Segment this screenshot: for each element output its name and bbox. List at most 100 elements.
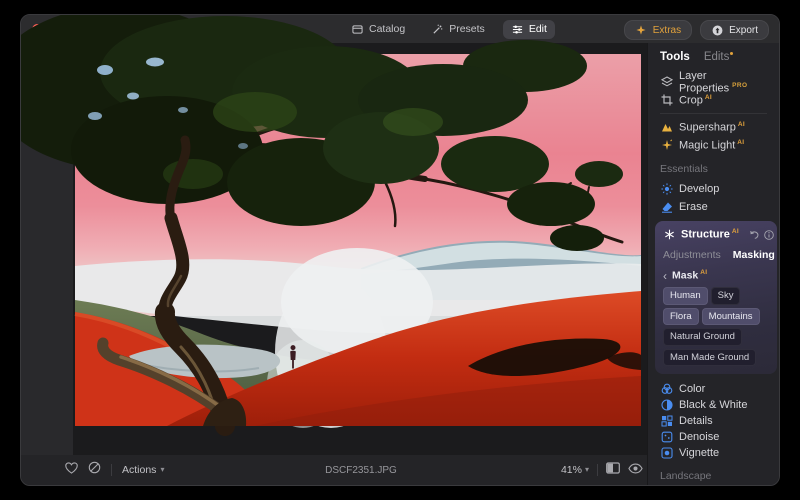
tool-item-develop[interactable]: Develop bbox=[660, 180, 771, 198]
compare-button[interactable] bbox=[606, 461, 620, 479]
tool-item-vignette[interactable]: Vignette bbox=[660, 445, 771, 461]
tab-catalog[interactable]: Catalog bbox=[343, 20, 413, 39]
compare-icon bbox=[606, 462, 620, 474]
section-landscape: Landscape bbox=[660, 470, 771, 483]
tool-item-layer-properties[interactable]: Layer PropertiesPRO bbox=[660, 73, 771, 91]
ai-badge: AI bbox=[737, 139, 744, 146]
favorite-button[interactable] bbox=[65, 461, 78, 479]
tool-item-details[interactable]: Details bbox=[660, 413, 771, 429]
export-label: Export bbox=[729, 25, 758, 36]
tool-label: Layer PropertiesPRO bbox=[679, 70, 771, 95]
zoom-level-value: 41% bbox=[561, 464, 582, 476]
tool-label: Vignette bbox=[679, 447, 719, 459]
presets-wand-icon bbox=[431, 23, 444, 36]
catalog-icon bbox=[351, 23, 364, 36]
photo-canvas bbox=[73, 43, 647, 455]
mask-chip-flora[interactable]: Flora bbox=[663, 308, 699, 326]
ai-badge: AI bbox=[738, 121, 745, 128]
pro-badge: PRO bbox=[732, 82, 747, 89]
tab-edits-label: Edits bbox=[704, 51, 730, 63]
mask-chip-sky[interactable]: Sky bbox=[711, 287, 741, 305]
tool-label: Color bbox=[679, 383, 705, 395]
export-button[interactable]: Export bbox=[700, 20, 769, 40]
app-window: ▾ Catalog Presets Edit bbox=[20, 14, 780, 486]
tool-item-supersharp[interactable]: SupersharpAI bbox=[660, 118, 771, 136]
edited-photo[interactable] bbox=[75, 54, 641, 426]
tool-label: Develop bbox=[679, 183, 719, 195]
reject-button[interactable] bbox=[88, 461, 101, 479]
edit-sliders-icon bbox=[511, 23, 524, 36]
tab-edits[interactable]: Edits bbox=[704, 51, 734, 63]
mask-chip-mountains[interactable]: Mountains bbox=[702, 308, 760, 326]
edits-notification-dot bbox=[730, 52, 733, 55]
section-essentials: Essentials bbox=[660, 163, 771, 176]
tab-adjustments[interactable]: Adjustments bbox=[663, 249, 721, 261]
tool-label: Erase bbox=[679, 201, 708, 213]
tab-edit[interactable]: Edit bbox=[503, 20, 555, 39]
titlebar-actions: Extras Export bbox=[624, 20, 769, 40]
denoise-icon bbox=[660, 431, 673, 444]
heart-icon bbox=[65, 462, 78, 474]
divider bbox=[660, 113, 767, 114]
magic-light-icon bbox=[660, 139, 673, 152]
bottom-toolbar: Actions ▾ DSCF2351.JPG 41% ▾ bbox=[21, 455, 647, 485]
mask-chip-man-made-ground[interactable]: Man Made Ground bbox=[663, 349, 756, 367]
export-icon bbox=[711, 24, 724, 37]
structure-panel: StructureAI Adjustments Masking ‹ MaskAI… bbox=[655, 221, 777, 374]
tool-label: Denoise bbox=[679, 431, 719, 443]
details-icon bbox=[660, 415, 673, 428]
chevron-down-icon: ▾ bbox=[160, 466, 164, 474]
tab-edit-label: Edit bbox=[529, 23, 547, 35]
view-switcher: Catalog Presets Edit bbox=[343, 19, 555, 39]
layers-icon bbox=[660, 76, 673, 89]
mask-title: MaskAI bbox=[672, 269, 707, 282]
crop-icon bbox=[660, 94, 673, 107]
tool-label: Magic LightAI bbox=[679, 139, 744, 152]
info-button[interactable] bbox=[764, 230, 774, 240]
tab-presets-label: Presets bbox=[449, 23, 485, 35]
extras-label: Extras bbox=[653, 25, 681, 36]
mask-back-button[interactable]: ‹ bbox=[663, 270, 667, 282]
vignette-icon bbox=[660, 447, 673, 460]
divider bbox=[111, 464, 112, 476]
tab-tools[interactable]: Tools bbox=[660, 51, 690, 63]
mask-chip-human[interactable]: Human bbox=[663, 287, 708, 305]
photo-image bbox=[75, 54, 641, 426]
tool-item-denoise[interactable]: Denoise bbox=[660, 429, 771, 445]
extras-sparkle-icon bbox=[635, 24, 648, 37]
tool-item-black-white[interactable]: Black & White bbox=[660, 397, 771, 413]
actions-label: Actions bbox=[122, 464, 156, 476]
structure-icon bbox=[663, 228, 676, 241]
ai-badge: AI bbox=[732, 228, 739, 235]
eye-icon bbox=[628, 463, 643, 474]
ai-badge: AI bbox=[705, 94, 712, 101]
edit-sidebar: Tools Edits Layer PropertiesPRO CropAI S… bbox=[647, 43, 779, 485]
ai-badge: AI bbox=[700, 269, 707, 276]
reject-icon bbox=[88, 461, 101, 474]
structure-title: StructureAI bbox=[681, 228, 739, 241]
chevron-down-icon: ▾ bbox=[585, 466, 589, 474]
tool-item-color[interactable]: Color bbox=[660, 381, 771, 397]
tool-label: Black & White bbox=[679, 399, 747, 411]
mask-chips: HumanSky FloraMountains Natural Ground Man … bbox=[663, 287, 770, 366]
tool-item-magic-light[interactable]: Magic LightAI bbox=[660, 136, 771, 154]
reset-button[interactable] bbox=[749, 230, 759, 240]
zoom-dropdown[interactable]: 41% ▾ bbox=[561, 464, 589, 476]
tool-label: Details bbox=[679, 415, 713, 427]
eraser-icon bbox=[660, 201, 673, 214]
tool-label: SupersharpAI bbox=[679, 121, 745, 134]
undo-icon bbox=[749, 230, 759, 240]
tab-masking[interactable]: Masking bbox=[733, 249, 775, 261]
mask-chip-natural-ground[interactable]: Natural Ground bbox=[663, 328, 742, 346]
color-wheel-icon bbox=[660, 383, 673, 396]
chevron-left-icon: ‹ bbox=[663, 269, 667, 283]
bw-icon bbox=[660, 399, 673, 412]
extras-button[interactable]: Extras bbox=[624, 20, 692, 40]
tool-item-erase[interactable]: Erase bbox=[660, 198, 771, 216]
tab-presets[interactable]: Presets bbox=[423, 20, 493, 39]
preview-button[interactable] bbox=[628, 461, 643, 479]
tab-catalog-label: Catalog bbox=[369, 23, 405, 35]
divider bbox=[597, 464, 598, 476]
actions-dropdown[interactable]: Actions ▾ bbox=[122, 464, 164, 476]
develop-sun-icon bbox=[660, 183, 673, 196]
